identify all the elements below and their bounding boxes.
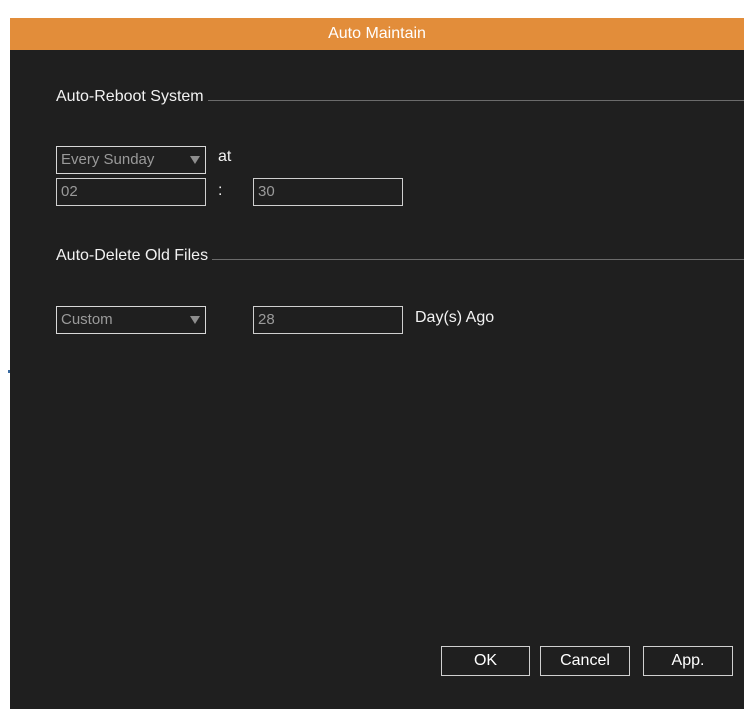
reboot-hour-input[interactable]: 02: [56, 178, 206, 206]
window-title: Auto Maintain: [10, 18, 744, 50]
chevron-down-icon: [190, 156, 200, 164]
auto-maintain-dialog: Auto Maintain Auto-Reboot System Every S…: [10, 18, 744, 709]
chevron-down-icon: [190, 316, 200, 324]
time-separator: :: [218, 182, 223, 199]
cancel-button[interactable]: Cancel: [540, 646, 630, 676]
at-label: at: [218, 148, 232, 165]
reboot-section-title: Auto-Reboot System: [56, 88, 208, 106]
reboot-schedule-value: Every Sunday: [61, 151, 155, 168]
delete-mode-value: Custom: [61, 311, 113, 328]
ok-button[interactable]: OK: [441, 646, 530, 676]
days-ago-label: Day(s) Ago: [415, 309, 495, 326]
delete-mode-select[interactable]: Custom: [56, 306, 206, 334]
reboot-minute-input[interactable]: 30: [253, 178, 403, 206]
reboot-schedule-select[interactable]: Every Sunday: [56, 146, 206, 174]
delete-section-title: Auto-Delete Old Files: [56, 247, 213, 265]
delete-days-input[interactable]: 28: [253, 306, 403, 334]
apply-button[interactable]: App.: [643, 646, 733, 676]
